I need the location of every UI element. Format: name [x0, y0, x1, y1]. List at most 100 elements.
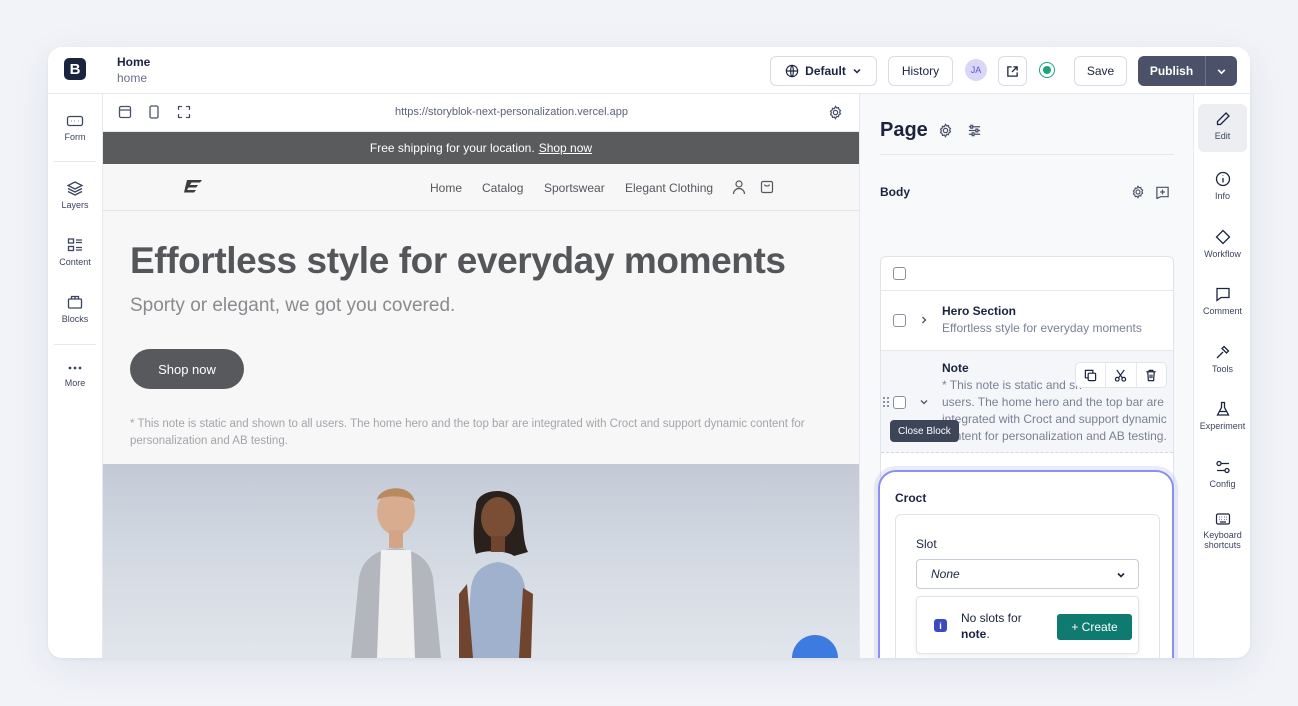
comment-icon: [1215, 287, 1230, 302]
sidebar-item-content[interactable]: Content: [48, 237, 102, 267]
sidebar-label-layers: Layers: [61, 200, 89, 210]
chevron-down-icon[interactable]: [919, 397, 929, 407]
left-sidebar: Form Layers Content Blocks More: [48, 94, 103, 658]
site-logo-icon[interactable]: [183, 178, 205, 196]
sidebar-item-info[interactable]: Info: [1198, 171, 1247, 201]
delete-button[interactable]: [1137, 363, 1166, 387]
fullscreen-icon[interactable]: [177, 105, 191, 119]
panel-title: Page: [880, 119, 928, 141]
sidebar-label-info: Info: [1214, 191, 1230, 201]
select-all-checkbox[interactable]: [893, 267, 906, 280]
story-slug: home: [117, 71, 148, 85]
sidebar-item-experiment[interactable]: Experiment: [1198, 401, 1247, 431]
hero-shop-now-button[interactable]: Shop now: [130, 349, 244, 389]
site-nav: Home Catalog Sportswear Elegant Clothing: [103, 164, 859, 211]
history-button[interactable]: History: [888, 56, 953, 86]
chevron-right-icon[interactable]: [919, 315, 929, 325]
block-subtitle: Effortless style for everyday moments: [942, 321, 1142, 335]
preview-toolbar: https://storyblok-next-personalization.v…: [103, 94, 859, 132]
sidebar-item-config[interactable]: Config: [1198, 459, 1247, 489]
storyblok-logo[interactable]: B: [64, 58, 86, 80]
sidebar-label-content: Content: [59, 257, 91, 267]
chevron-down-icon: [1217, 68, 1226, 74]
avatar-initials: JA: [970, 65, 982, 75]
visual-preview: https://storyblok-next-personalization.v…: [103, 94, 859, 658]
sidebar-item-comment[interactable]: Comment: [1198, 286, 1247, 316]
sidebar-label-keyboard-shortcuts: Keyboard shortcuts: [1203, 530, 1242, 550]
block-subtitle-line: * This note is static and sh: [942, 378, 1082, 392]
chevron-down-icon: [1117, 572, 1125, 578]
status-indicator-icon[interactable]: [1039, 62, 1055, 78]
workflow-icon: [1215, 229, 1230, 245]
duplicate-button[interactable]: [1076, 363, 1107, 387]
settings-icon[interactable]: [828, 105, 843, 120]
desktop-view-icon[interactable]: [118, 105, 132, 119]
hero-title: Effortless style for everyday moments: [130, 240, 786, 281]
sidebar-item-workflow[interactable]: Workflow: [1198, 229, 1247, 259]
block-actions: [1075, 362, 1167, 388]
globe-icon: [785, 64, 799, 78]
user-avatar[interactable]: JA: [965, 59, 987, 81]
add-block-icon[interactable]: [1155, 185, 1170, 199]
nav-link-sportswear[interactable]: Sportswear: [544, 181, 605, 195]
nav-link-home[interactable]: Home: [430, 181, 462, 195]
sliders-icon[interactable]: [967, 123, 982, 138]
publish-button[interactable]: Publish: [1138, 56, 1205, 86]
sidebar-label-more: More: [64, 378, 86, 388]
save-button[interactable]: Save: [1074, 56, 1127, 86]
no-slots-text: No slots for: [961, 611, 1022, 625]
drag-handle-icon[interactable]: [882, 396, 890, 408]
no-slots-notice: i No slots for note. + Create: [916, 596, 1139, 654]
sidebar-item-layers[interactable]: Layers: [48, 180, 102, 210]
block-subtitle-line: integrated with Croct and support dynami…: [942, 412, 1167, 426]
block-checkbox[interactable]: [893, 314, 906, 327]
sidebar-label-tools: Tools: [1211, 364, 1233, 374]
top-bar: B Home home Default History JA Save Publ…: [48, 47, 1250, 94]
right-sidebar: Edit Info Workflow Comment Tools Experim…: [1193, 94, 1250, 658]
select-all-row: [881, 257, 1173, 291]
slot-label: Slot: [916, 537, 937, 551]
gear-icon[interactable]: [1131, 185, 1145, 199]
external-link-icon: [1007, 65, 1018, 77]
blocks-icon: [67, 295, 83, 309]
sidebar-label-workflow: Workflow: [1204, 249, 1241, 259]
promo-link[interactable]: Shop now: [539, 141, 592, 155]
sidebar-item-edit[interactable]: Edit: [1198, 104, 1247, 152]
cart-icon[interactable]: [760, 178, 774, 194]
sidebar-item-tools[interactable]: Tools: [1198, 344, 1247, 374]
sidebar-label-edit: Edit: [1214, 131, 1231, 141]
block-checkbox[interactable]: [893, 396, 906, 409]
create-slot-button[interactable]: + Create: [1057, 614, 1132, 640]
body-field-label: Body: [880, 185, 910, 199]
chevron-down-icon: [853, 68, 861, 74]
trash-icon: [1146, 369, 1156, 381]
sidebar-item-more[interactable]: More: [48, 362, 102, 388]
copy-icon: [1084, 369, 1097, 381]
layers-icon: [66, 181, 84, 196]
keyboard-icon: [1215, 513, 1230, 525]
preview-url: https://storyblok-next-personalization.v…: [395, 106, 628, 118]
nav-link-elegant-clothing[interactable]: Elegant Clothing: [625, 181, 713, 195]
publish-options-button[interactable]: [1205, 56, 1237, 86]
info-icon: [1215, 171, 1230, 187]
slot-select[interactable]: None: [916, 559, 1139, 589]
flask-icon: [1215, 401, 1230, 416]
period-text: .: [986, 627, 990, 641]
sidebar-item-blocks[interactable]: Blocks: [48, 294, 102, 324]
language-label: Default: [805, 64, 846, 78]
save-label: Save: [1086, 64, 1115, 78]
block-row-hero-section[interactable]: Hero Section Effortless style for everyd…: [881, 291, 1173, 351]
story-title: Home: [117, 55, 151, 69]
sidebar-item-keyboard-shortcuts[interactable]: Keyboard shortcuts: [1198, 512, 1247, 550]
mobile-view-icon[interactable]: [148, 105, 160, 119]
slot-card: Slot None i No slots for note. + Create: [895, 514, 1160, 658]
language-select[interactable]: Default: [770, 56, 877, 86]
block-title: Hero Section: [942, 304, 1017, 318]
sidebar-item-form[interactable]: Form: [48, 114, 102, 142]
open-external-button[interactable]: [998, 56, 1027, 86]
content-icon: [67, 238, 82, 252]
cut-button[interactable]: [1106, 363, 1137, 387]
nav-link-catalog[interactable]: Catalog: [482, 181, 523, 195]
gear-icon[interactable]: [938, 123, 953, 138]
user-icon[interactable]: [732, 179, 746, 195]
